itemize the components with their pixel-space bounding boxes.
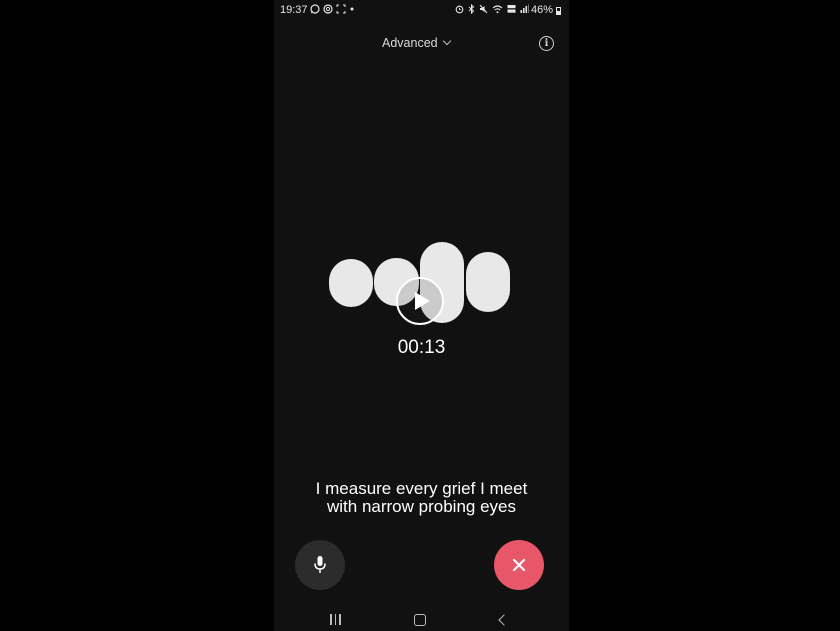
bluetooth-icon [468, 4, 475, 14]
status-right-icons [455, 4, 529, 14]
home-icon[interactable] [414, 614, 426, 626]
phone-screen: 19:37 46% Advanced i 00:13 I measure eve… [274, 0, 569, 631]
playback-timer: 00:13 [397, 337, 446, 358]
caption-line-2: with narrow probing eyes [327, 497, 516, 516]
status-left-icons [310, 4, 355, 14]
alarm-icon [455, 5, 464, 14]
status-bar: 19:37 46% [274, 0, 569, 22]
mode-selector[interactable]: Advanced [382, 36, 451, 50]
close-icon [512, 558, 526, 572]
status-time: 19:37 [280, 4, 308, 16]
recent-apps-icon[interactable] [330, 614, 341, 625]
back-icon[interactable] [498, 614, 510, 626]
battery-icon [556, 7, 561, 15]
end-session-button[interactable] [494, 540, 544, 590]
caption-line-1: I measure every grief I meet [315, 479, 528, 498]
play-button[interactable] [396, 277, 444, 325]
mute-icon [479, 4, 488, 14]
header: Advanced i [274, 32, 569, 56]
screenshot-icon [336, 4, 346, 14]
battery-percent: 46% [530, 4, 553, 16]
signal-icon [520, 4, 529, 13]
transcript-caption: I measure every grief I meet with narrow… [274, 480, 569, 516]
volte-icon [507, 5, 516, 13]
wifi-icon [492, 5, 503, 14]
mode-label: Advanced [382, 36, 438, 50]
info-icon[interactable]: i [539, 36, 554, 51]
whatsapp-icon [310, 4, 320, 14]
dot-icon [350, 7, 354, 11]
chevron-down-icon [442, 36, 451, 46]
android-nav-bar [274, 605, 569, 631]
microphone-button[interactable] [295, 540, 345, 590]
play-icon [415, 292, 430, 310]
threads-icon [323, 4, 333, 14]
visualizer-blob [329, 259, 373, 307]
microphone-icon [314, 556, 326, 573]
visualizer-blob [466, 252, 510, 312]
